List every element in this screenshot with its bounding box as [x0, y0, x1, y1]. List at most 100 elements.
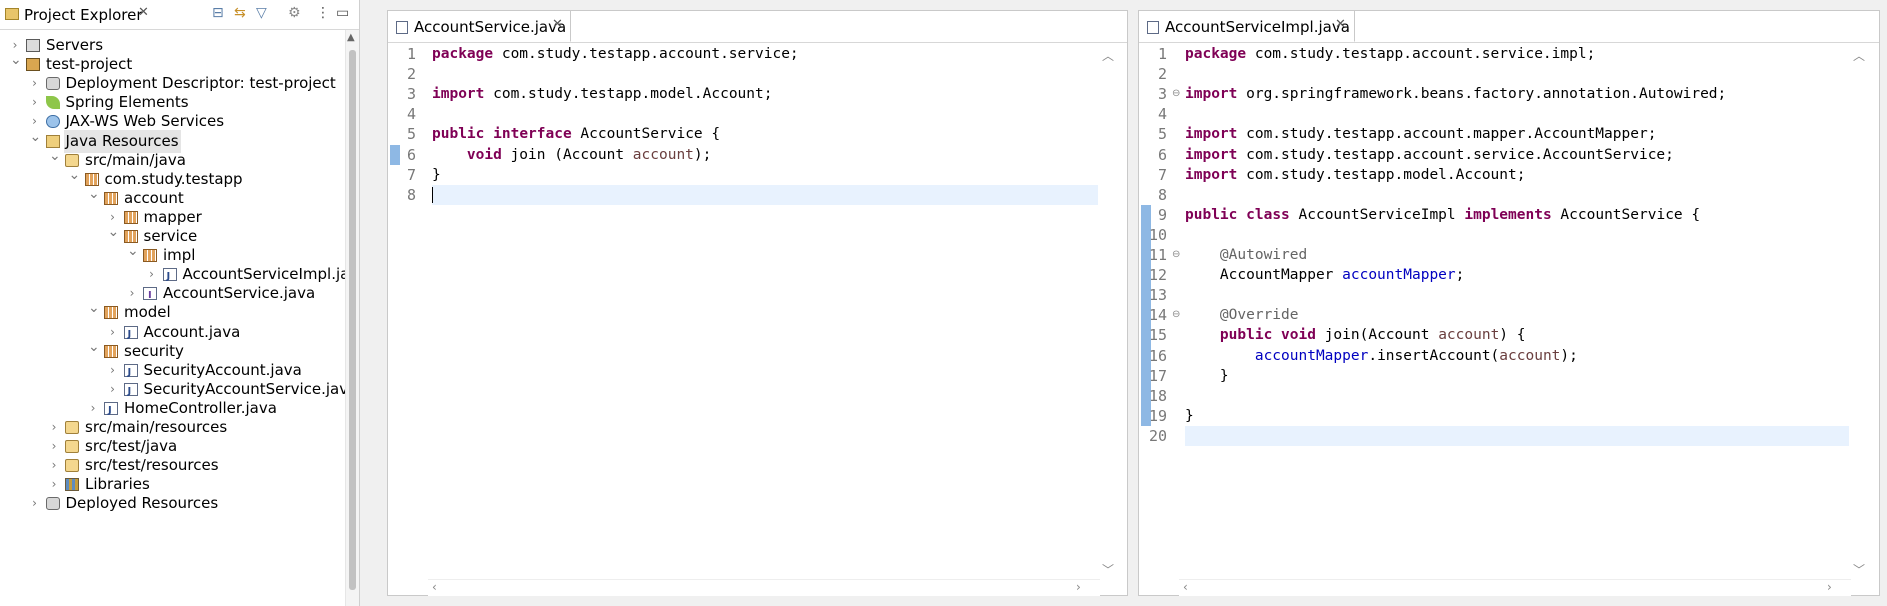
filter-icon[interactable]: ▽ [256, 5, 267, 21]
fold-toggle-icon[interactable]: ⊖ [1172, 249, 1180, 260]
code-line[interactable]: } [1185, 366, 1229, 386]
fold-toggle-icon[interactable]: ⊖ [1172, 88, 1180, 99]
code-token: ; [1455, 267, 1465, 284]
code-line[interactable]: public class AccountServiceImpl implemen… [1185, 205, 1700, 225]
java-file-icon [123, 323, 138, 346]
code-line[interactable]: @Override [1185, 305, 1299, 325]
scroll-right-icon[interactable]: › [1827, 580, 1832, 594]
focus-icon[interactable]: ⚙ [288, 5, 301, 21]
close-tab-icon[interactable]: ✕ [1335, 17, 1346, 32]
scroll-right-icon[interactable]: › [1076, 580, 1081, 594]
line-number: 4 [1157, 105, 1167, 124]
java-file-icon [123, 380, 138, 403]
collapse-chevron-icon[interactable]: ⌄ [108, 221, 120, 244]
line-number: 5 [1157, 125, 1167, 144]
code-token: AccountService { [1551, 206, 1701, 223]
package-icon [143, 249, 157, 263]
code-line[interactable]: accountMapper.insertAccount(account); [1185, 346, 1578, 366]
scroll-up-icon[interactable]: ︿ [1853, 47, 1865, 64]
code-token: accountMapper [1254, 347, 1369, 364]
code-line[interactable]: package com.study.testapp.account.servic… [1185, 44, 1595, 64]
servers-icon [26, 39, 40, 52]
line-number: 6 [406, 145, 416, 164]
code-token: ); [1560, 347, 1578, 364]
sash[interactable] [360, 0, 387, 606]
line-number: 3 [406, 85, 416, 104]
libraries-icon [65, 478, 79, 492]
line-number: 14 [1148, 306, 1167, 325]
scroll-down-icon[interactable]: ﹀ [1853, 561, 1865, 578]
view-menu-icon[interactable]: ⋮ [316, 5, 330, 21]
collapse-chevron-icon[interactable]: ⌄ [88, 336, 100, 359]
close-view-icon[interactable]: ✕ [138, 5, 149, 20]
line-number: 15 [1148, 326, 1167, 345]
code-token: join(Account [1315, 327, 1439, 344]
code-line[interactable]: } [1185, 406, 1194, 426]
code-line[interactable]: public void join(Account account) { [1185, 325, 1526, 345]
code-line[interactable]: void join (Account account); [432, 145, 711, 165]
code-line[interactable]: import org.springframework.beans.factory… [1185, 84, 1726, 104]
editor-horizontal-scrollbar[interactable]: ‹ › [428, 579, 1100, 596]
scroll-down-icon[interactable]: ﹀ [1102, 561, 1114, 578]
close-tab-icon[interactable]: ✕ [552, 17, 563, 32]
minimize-icon[interactable]: ▭ [336, 5, 349, 21]
line-number: 2 [406, 65, 416, 84]
collapse-chevron-icon[interactable]: ⌄ [49, 145, 61, 168]
code-line[interactable]: import com.study.testapp.account.mapper.… [1185, 124, 1656, 144]
scroll-up-icon[interactable]: ▲ [347, 32, 355, 43]
line-number: 2 [1157, 65, 1167, 84]
code-line[interactable]: AccountMapper accountMapper; [1185, 265, 1464, 285]
collapse-chevron-icon[interactable]: ⌄ [88, 183, 100, 206]
code-token: account [1499, 347, 1561, 364]
code-token: class [1246, 206, 1290, 223]
expand-chevron-icon[interactable]: › [30, 492, 40, 515]
code-line[interactable]: import com.study.testapp.model.Account; [1185, 165, 1525, 185]
current-line-highlight [1185, 425, 1849, 446]
collapse-chevron-icon[interactable]: ⌄ [10, 49, 22, 72]
package-icon [104, 344, 118, 358]
code-token: package [432, 46, 494, 62]
source-folder-icon [65, 421, 79, 434]
sash[interactable] [1128, 0, 1138, 606]
scroll-up-icon[interactable]: ︿ [1102, 47, 1114, 64]
code-line[interactable]: import com.study.testapp.account.service… [1185, 145, 1674, 165]
package-icon [123, 210, 138, 224]
code-token: void [1281, 327, 1316, 344]
code-token: import [432, 86, 485, 103]
tab-account-service[interactable]: AccountService.java ✕ [388, 11, 571, 42]
code-token: ) { [1499, 327, 1526, 344]
link-editor-icon[interactable]: ⇆ [234, 5, 246, 21]
scroll-left-icon[interactable]: ‹ [432, 580, 437, 594]
project-explorer-tab[interactable]: Project Explorer ✕ ⊟ ⇆ ▽ ⚙ ⋮ ▭ □ [0, 0, 359, 30]
code-token: import [1185, 86, 1238, 103]
editor-horizontal-scrollbar[interactable]: ‹ › [1179, 579, 1851, 596]
project-icon [26, 58, 40, 72]
explorer-scrollbar[interactable]: ▲ [345, 30, 359, 606]
java-file-icon [162, 265, 177, 288]
code-line[interactable]: @Autowired [1185, 245, 1307, 265]
fold-toggle-icon[interactable]: ⊖ [1172, 309, 1180, 320]
tree-item[interactable]: › Deployed Resources [0, 492, 345, 515]
source-folder-icon [65, 440, 79, 454]
code-line[interactable]: package com.study.testapp.account.servic… [432, 44, 799, 64]
scroll-left-icon[interactable]: ‹ [1183, 580, 1188, 594]
scrollbar-thumb[interactable] [349, 50, 356, 590]
project-explorer-icon [5, 8, 19, 20]
tab-account-service-impl[interactable]: AccountServiceImpl.java ✕ [1139, 11, 1355, 42]
collapse-chevron-icon[interactable]: ⌄ [30, 126, 42, 149]
editor-vertical-scrollbar[interactable]: ︿ ﹀ [1851, 43, 1865, 581]
code-line[interactable]: public interface AccountService { [432, 124, 720, 144]
collapse-chevron-icon[interactable]: ⌄ [127, 240, 139, 263]
editor-vertical-scrollbar[interactable]: ︿ ﹀ [1100, 43, 1114, 581]
collapse-chevron-icon[interactable]: ⌄ [69, 164, 81, 187]
collapse-chevron-icon[interactable]: ⌄ [88, 297, 100, 320]
tab-title: AccountServiceImpl.java [1165, 18, 1350, 36]
code-line[interactable]: import com.study.testapp.model.Account; [432, 84, 772, 104]
line-number: 8 [406, 185, 416, 204]
collapse-all-icon[interactable]: ⊟ [212, 5, 224, 21]
code-line[interactable]: } [432, 165, 441, 185]
java-file-icon [104, 399, 118, 422]
